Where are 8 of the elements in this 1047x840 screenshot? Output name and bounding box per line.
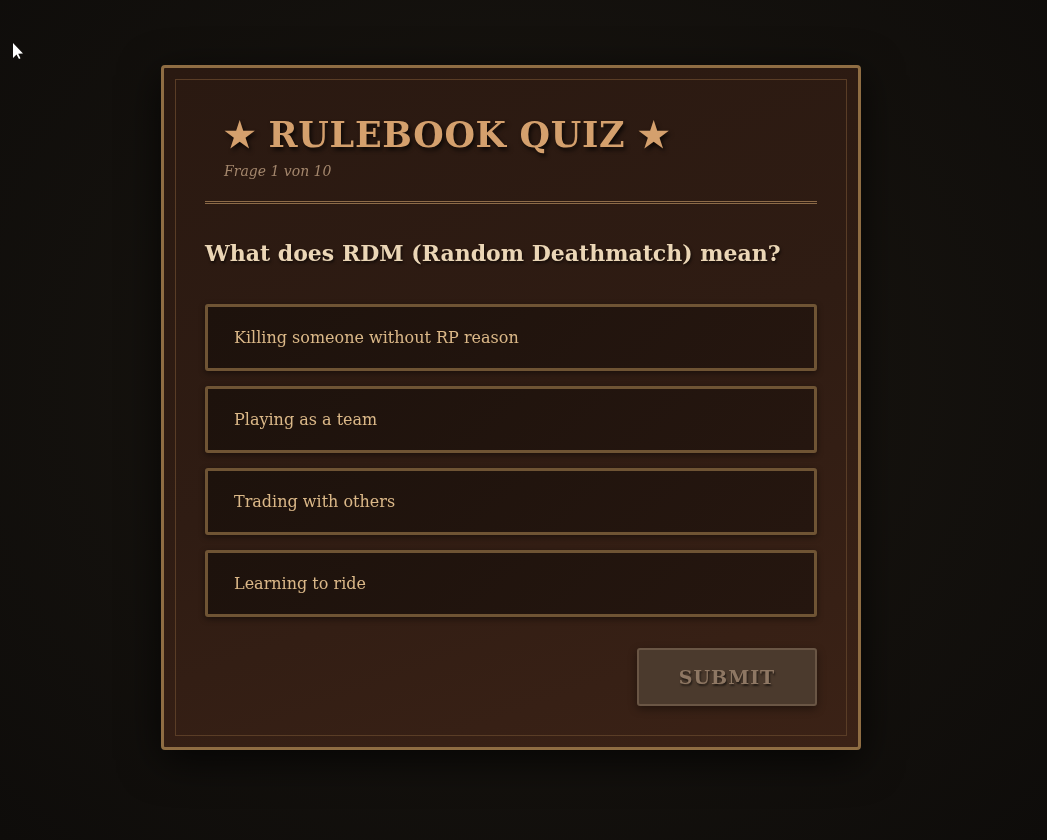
answer-option[interactable]: Learning to ride <box>205 550 817 617</box>
answer-option[interactable]: Trading with others <box>205 468 817 535</box>
answer-option[interactable]: Playing as a team <box>205 386 817 453</box>
quiz-title: ★ RULEBOOK QUIZ ★ <box>224 113 670 157</box>
question-text: What does RDM (Random Deathmatch) mean? <box>205 239 781 268</box>
question-counter: Frage 1 von 10 <box>224 162 332 181</box>
cursor-icon <box>13 43 23 59</box>
answer-option[interactable]: Killing someone without RP reason <box>205 304 817 371</box>
